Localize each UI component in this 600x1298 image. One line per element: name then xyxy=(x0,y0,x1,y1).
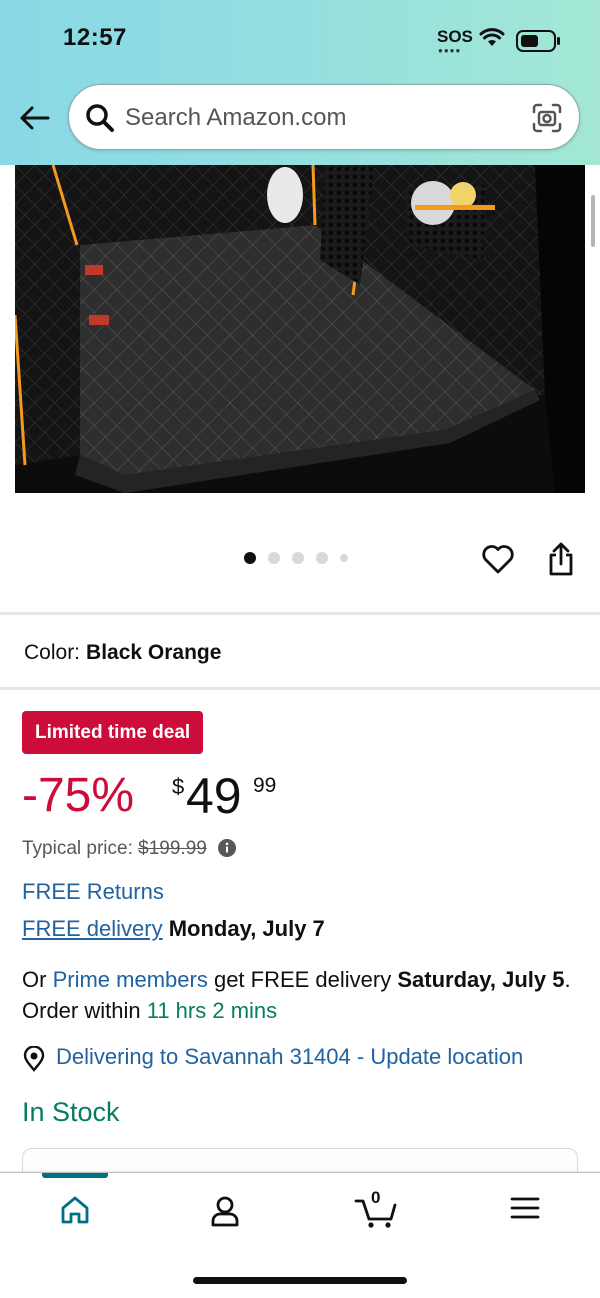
deal-badge: Limited time deal xyxy=(22,711,204,754)
share-icon[interactable] xyxy=(545,541,577,577)
image-pagination[interactable] xyxy=(244,552,348,564)
prime-prefix: Or xyxy=(22,967,47,992)
price-symbol: $ xyxy=(172,774,185,799)
delivery-date: Monday, July 7 xyxy=(168,916,325,941)
sos-indicator: SOS xyxy=(437,27,473,46)
home-indicator xyxy=(193,1277,407,1284)
prime-mid-text: get FREE delivery xyxy=(213,967,392,992)
page-dot[interactable] xyxy=(340,554,348,562)
color-selection: Color: Black Orange xyxy=(24,641,221,665)
search-input[interactable] xyxy=(125,101,505,135)
page-dot-active[interactable] xyxy=(244,552,256,564)
price-fraction: 99 xyxy=(253,774,277,797)
car-floor-mat-image xyxy=(15,165,585,493)
page-dot[interactable] xyxy=(268,552,280,564)
prime-members-link[interactable]: Prime members xyxy=(53,967,208,992)
cart-count: 0 xyxy=(371,1188,381,1207)
location-text[interactable]: Delivering to Savannah 31404 - Update lo… xyxy=(56,1044,523,1070)
color-label: Color: xyxy=(24,641,81,664)
search-bar[interactable] xyxy=(68,84,580,150)
info-icon[interactable] xyxy=(218,839,237,857)
home-icon xyxy=(61,1196,89,1224)
nav-home[interactable] xyxy=(45,1195,105,1235)
account-icon xyxy=(211,1196,239,1227)
section-divider xyxy=(0,612,600,615)
app-header: 12:57 SOS ●●●● xyxy=(0,0,600,165)
heart-icon[interactable] xyxy=(481,543,515,575)
status-time: 12:57 xyxy=(63,24,127,51)
prime-delivery-info: Or Prime members get FREE delivery Satur… xyxy=(22,964,582,1026)
discount-percent: -75% xyxy=(22,769,135,822)
typical-price-label: Typical price: xyxy=(22,838,133,859)
camera-search-icon[interactable] xyxy=(531,102,563,134)
typical-price: Typical price: $199.99 xyxy=(22,838,237,860)
menu-icon xyxy=(510,1197,540,1219)
prime-delivery-date: Saturday, July 5 xyxy=(397,967,565,992)
free-returns-link[interactable]: FREE Returns xyxy=(22,879,164,905)
page-dot[interactable] xyxy=(316,552,328,564)
nav-active-indicator xyxy=(42,1173,108,1178)
free-delivery-link[interactable]: FREE delivery xyxy=(22,916,163,941)
order-countdown: 11 hrs 2 mins xyxy=(146,998,278,1023)
wifi-icon xyxy=(479,28,505,46)
nav-cart[interactable]: 0 xyxy=(346,1188,406,1235)
product-image[interactable] xyxy=(15,165,585,493)
scroll-indicator xyxy=(591,195,595,247)
price-whole: 49 xyxy=(186,768,242,824)
section-divider xyxy=(0,687,600,690)
location-pin-icon xyxy=(23,1046,45,1072)
stock-status: In Stock xyxy=(22,1097,120,1127)
nav-account[interactable] xyxy=(195,1195,255,1235)
battery-icon xyxy=(516,30,560,52)
back-arrow-icon[interactable] xyxy=(16,100,52,136)
nav-menu[interactable] xyxy=(495,1195,555,1235)
typical-price-value: $199.99 xyxy=(138,838,207,859)
signal-dots: ●●●● xyxy=(438,46,462,55)
search-icon xyxy=(86,104,114,132)
color-value: Black Orange xyxy=(86,641,222,664)
page-dot[interactable] xyxy=(292,552,304,564)
delivery-info: FREE delivery Monday, July 7 xyxy=(22,916,325,942)
